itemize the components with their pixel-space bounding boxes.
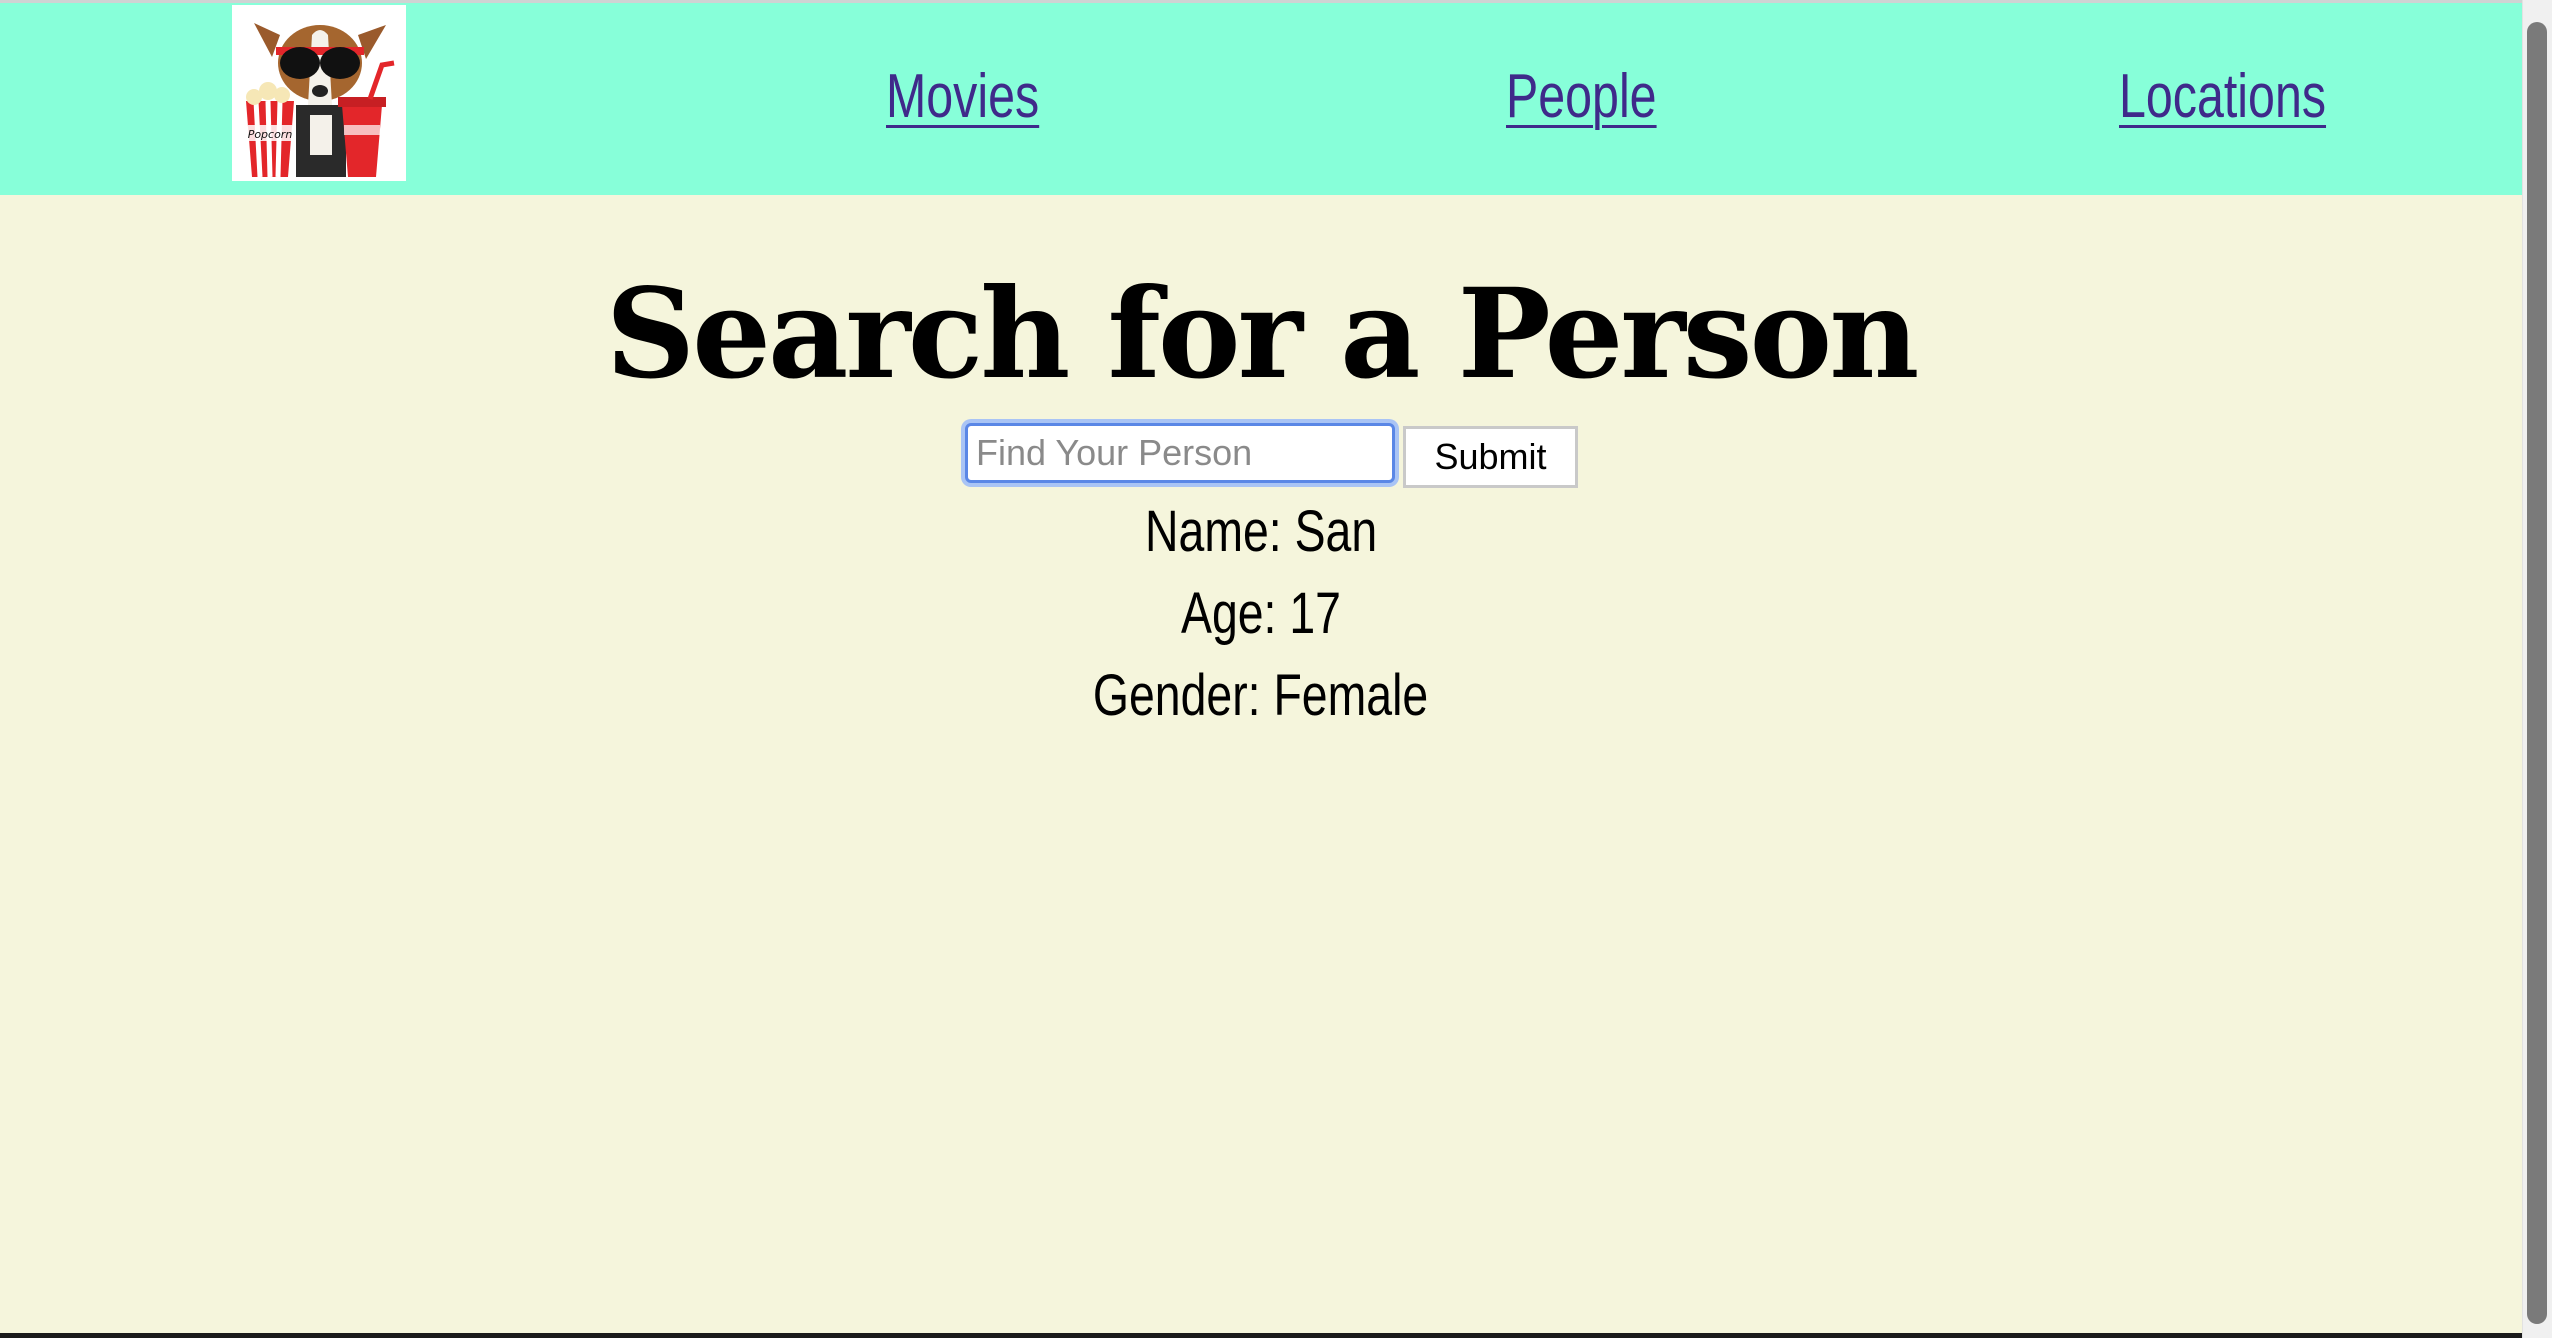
result-name-text: Name: San (1144, 499, 1378, 564)
top-navigation-bar: Popcorn Movies People Locations (0, 3, 2522, 195)
page: Popcorn Movies People Locations Search f… (0, 0, 2552, 1338)
svg-text:Popcorn: Popcorn (248, 128, 293, 141)
nav-link-people[interactable]: People (1506, 61, 1657, 132)
result-gender: Gender: Female (0, 662, 2522, 729)
result-age-text: Age: 17 (1181, 581, 1341, 646)
nav-link-locations[interactable]: Locations (2119, 61, 2326, 132)
result-age: Age: 17 (0, 580, 2522, 647)
window-bottom-border (0, 1333, 2522, 1338)
dog-popcorn-logo-icon: Popcorn (246, 23, 395, 178)
submit-button[interactable]: Submit (1403, 426, 1578, 488)
logo-image[interactable]: Popcorn (232, 5, 406, 181)
page-title: Search for a Person (605, 262, 1920, 407)
nav-link-movies[interactable]: Movies (886, 61, 1039, 132)
vertical-scrollbar-thumb[interactable] (2527, 22, 2547, 1324)
result-gender-text: Gender: Female (1093, 663, 1429, 728)
person-search-input[interactable] (965, 423, 1395, 483)
result-name: Name: San (0, 498, 2522, 565)
